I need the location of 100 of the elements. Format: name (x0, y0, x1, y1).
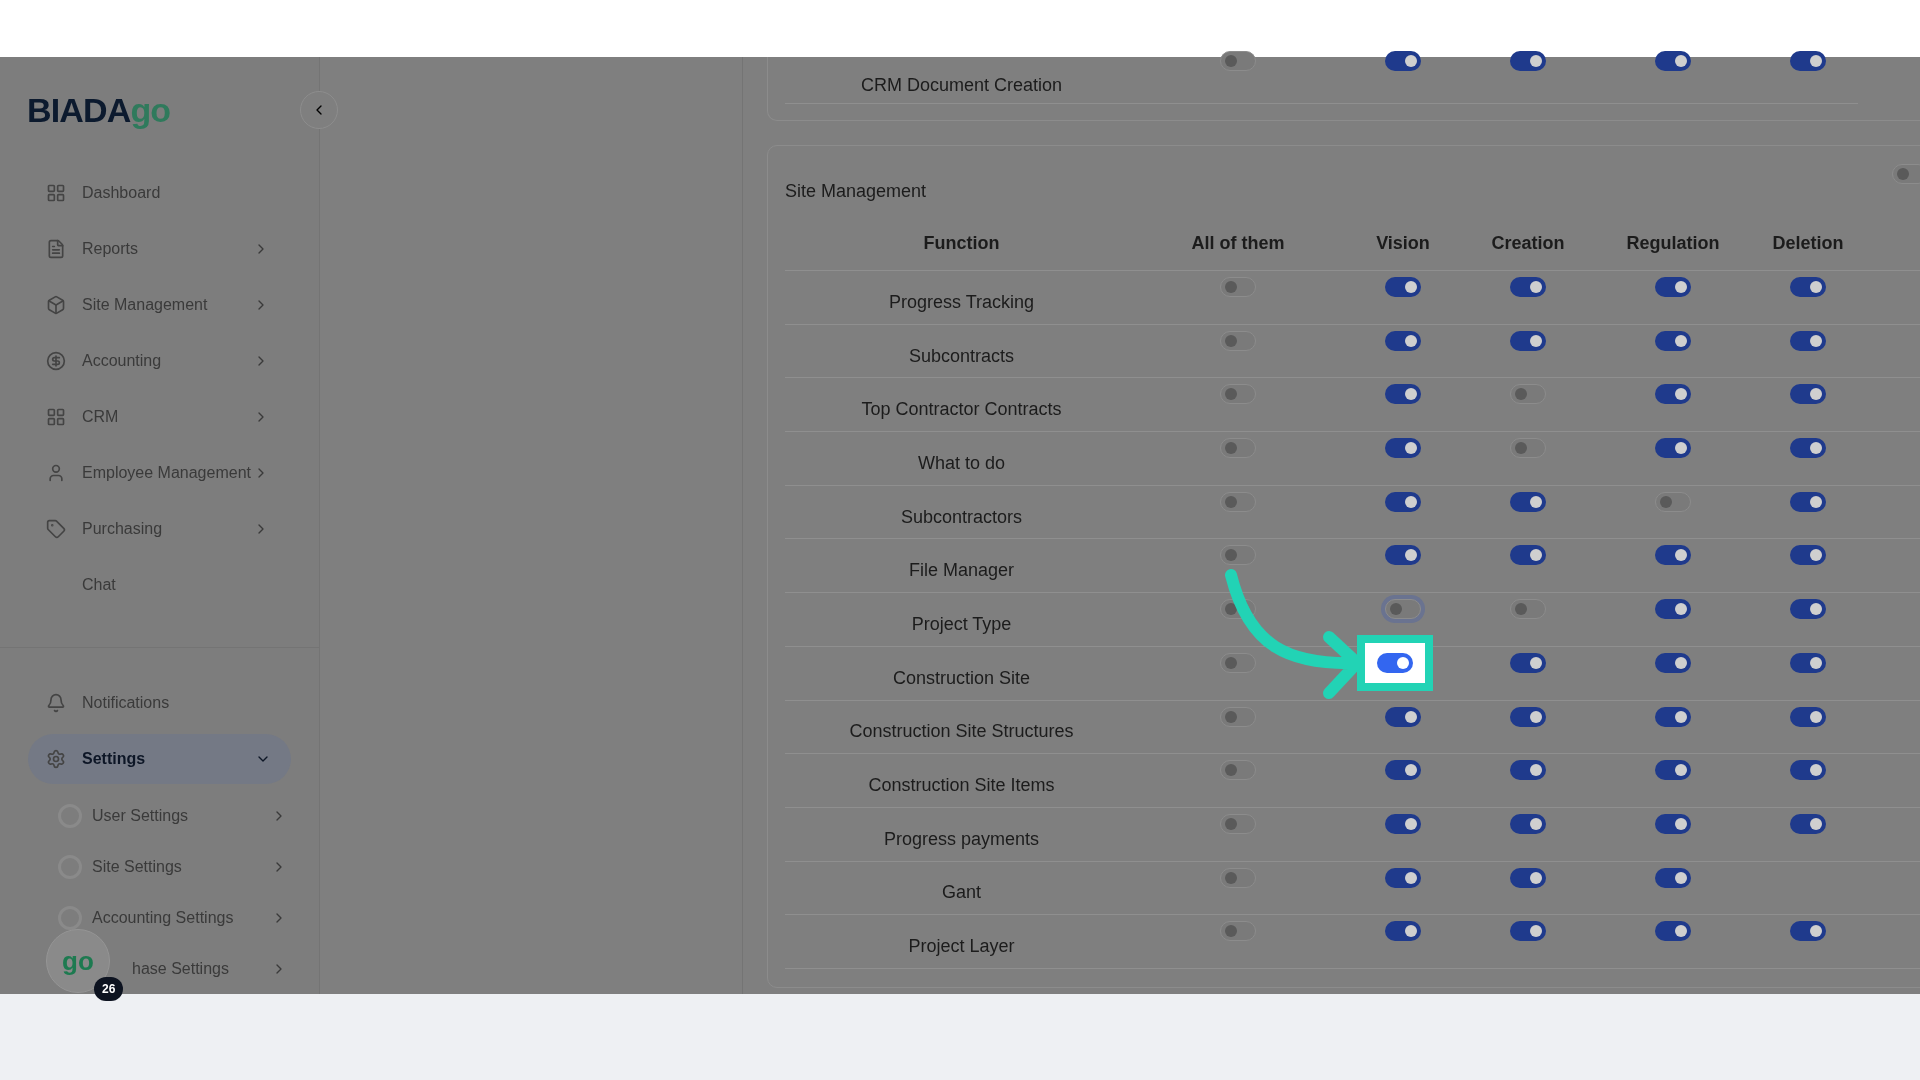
settings-icon (46, 749, 66, 769)
toggle-switch[interactable] (1385, 545, 1421, 566)
toggle-switch[interactable] (1385, 706, 1421, 727)
logo: BIADAgo (27, 89, 171, 131)
toggle-switch[interactable] (1655, 921, 1691, 942)
toggle-switch[interactable] (1220, 706, 1256, 727)
toggle-switch[interactable] (1385, 51, 1421, 71)
toggle-switch[interactable] (1220, 51, 1256, 71)
sidebar-item[interactable]: Site Management (0, 277, 319, 333)
toggle-switch[interactable] (1510, 760, 1546, 781)
function-name: Project Layer (907, 935, 1016, 959)
function-name: Subcontracts (907, 344, 1016, 368)
toggle-switch[interactable] (1655, 330, 1691, 351)
grid-icon (46, 407, 66, 427)
toggle-switch[interactable] (1790, 491, 1826, 512)
toggle-switch[interactable] (1655, 706, 1691, 727)
toggle-switch[interactable] (1220, 491, 1256, 512)
toggle-switch[interactable] (1790, 384, 1826, 405)
function-name: Gant (941, 881, 982, 905)
function-name: Construction Site Structures (848, 720, 1075, 744)
toggle-switch[interactable] (1385, 384, 1421, 405)
sidebar-item-label: Chat (82, 575, 117, 595)
toggle-switch[interactable] (1220, 384, 1256, 405)
toggle-switch[interactable] (1385, 921, 1421, 942)
column-header: All of them (1190, 232, 1286, 255)
toggle-switch[interactable] (1790, 438, 1826, 459)
function-name: Construction Site (891, 666, 1032, 690)
toggle-switch[interactable] (1655, 384, 1691, 405)
toggle-switch[interactable] (1377, 652, 1413, 673)
toggle-switch[interactable] (1510, 438, 1546, 459)
toggle-switch[interactable] (1510, 867, 1546, 888)
sidebar-item[interactable]: Settings (28, 734, 291, 784)
sidebar-item-label: Reports (82, 239, 140, 259)
toggle-switch[interactable] (1510, 491, 1546, 512)
toggle-switch[interactable] (1220, 438, 1256, 459)
chat-logo: go (62, 948, 94, 974)
toggle-switch[interactable] (1790, 51, 1826, 71)
toggle-switch[interactable] (1790, 813, 1826, 834)
toggle-switch[interactable] (1220, 867, 1256, 888)
sidebar-subitem[interactable]: Accounting Settings (92, 905, 234, 930)
toggle-switch[interactable] (1220, 652, 1256, 673)
toggle-switch[interactable] (1655, 545, 1691, 566)
toggle-switch[interactable] (1220, 330, 1256, 351)
function-name: Progress Tracking (887, 290, 1036, 314)
toggle-switch[interactable] (1790, 652, 1826, 673)
toggle-switch[interactable] (1220, 277, 1256, 297)
toggle-switch[interactable] (1655, 867, 1691, 888)
sidebar-subitem[interactable]: Site Settings (92, 854, 182, 879)
toggle-switch[interactable] (1385, 438, 1421, 459)
toggle-switch[interactable] (1510, 545, 1546, 566)
toggle-switch[interactable] (1385, 277, 1421, 297)
toggle-switch[interactable] (1790, 760, 1826, 781)
toggle-switch[interactable] (1790, 921, 1826, 942)
toggle-switch[interactable] (1510, 652, 1546, 673)
toggle-switch[interactable] (1790, 277, 1826, 297)
sidebar-subitem[interactable]: hase Settings (132, 956, 229, 981)
sidebar-item[interactable]: Purchasing (0, 501, 319, 557)
toggle-switch[interactable] (1385, 813, 1421, 834)
toggle-switch[interactable] (1510, 330, 1546, 351)
toggle-switch[interactable] (1655, 813, 1691, 834)
column-header: Deletion (1771, 232, 1845, 255)
toggle-switch[interactable] (1510, 51, 1546, 71)
sidebar-item[interactable]: Notifications (28, 678, 291, 728)
sidebar-item[interactable]: Employee Management (0, 445, 319, 501)
toggle-switch[interactable] (1892, 164, 1920, 184)
toggle-switch[interactable] (1790, 706, 1826, 727)
toggle-switch[interactable] (1790, 330, 1826, 351)
sidebar-item[interactable]: Dashboard (0, 165, 319, 221)
toggle-switch[interactable] (1655, 277, 1691, 297)
toggle-switch[interactable] (1655, 599, 1691, 620)
sidebar-item[interactable]: Chat (0, 557, 319, 613)
toggle-switch[interactable] (1655, 491, 1691, 512)
box-icon (46, 295, 66, 315)
toggle-switch[interactable] (1220, 921, 1256, 942)
toggle-switch[interactable] (1385, 760, 1421, 781)
function-name: CRM Document Creation (859, 73, 1064, 97)
toggle-switch[interactable] (1790, 599, 1826, 620)
toggle-switch[interactable] (1655, 760, 1691, 781)
toggle-switch[interactable] (1510, 384, 1546, 405)
toggle-switch[interactable] (1510, 921, 1546, 942)
sidebar-item[interactable]: CRM (0, 389, 319, 445)
toggle-switch[interactable] (1510, 599, 1546, 620)
toggle-switch[interactable] (1510, 277, 1546, 297)
toggle-switch[interactable] (1385, 867, 1421, 888)
sidebar-item[interactable]: Accounting (0, 333, 319, 389)
toggle-switch[interactable] (1385, 491, 1421, 512)
toggle-switch[interactable] (1655, 51, 1691, 71)
toggle-switch[interactable] (1220, 813, 1256, 834)
toggle-switch[interactable] (1790, 545, 1826, 566)
toggle-switch[interactable] (1510, 813, 1546, 834)
function-name: Top Contractor Contracts (860, 398, 1063, 422)
toggle-switch[interactable] (1510, 706, 1546, 727)
toggle-switch[interactable] (1655, 438, 1691, 459)
function-name: What to do (916, 451, 1006, 475)
sidebar-item[interactable]: Reports (0, 221, 319, 277)
sidebar-subitem[interactable]: User Settings (92, 803, 189, 828)
toggle-switch[interactable] (1220, 760, 1256, 781)
toggle-switch[interactable] (1655, 652, 1691, 673)
toggle-switch[interactable] (1220, 545, 1256, 566)
toggle-switch[interactable] (1385, 330, 1421, 351)
